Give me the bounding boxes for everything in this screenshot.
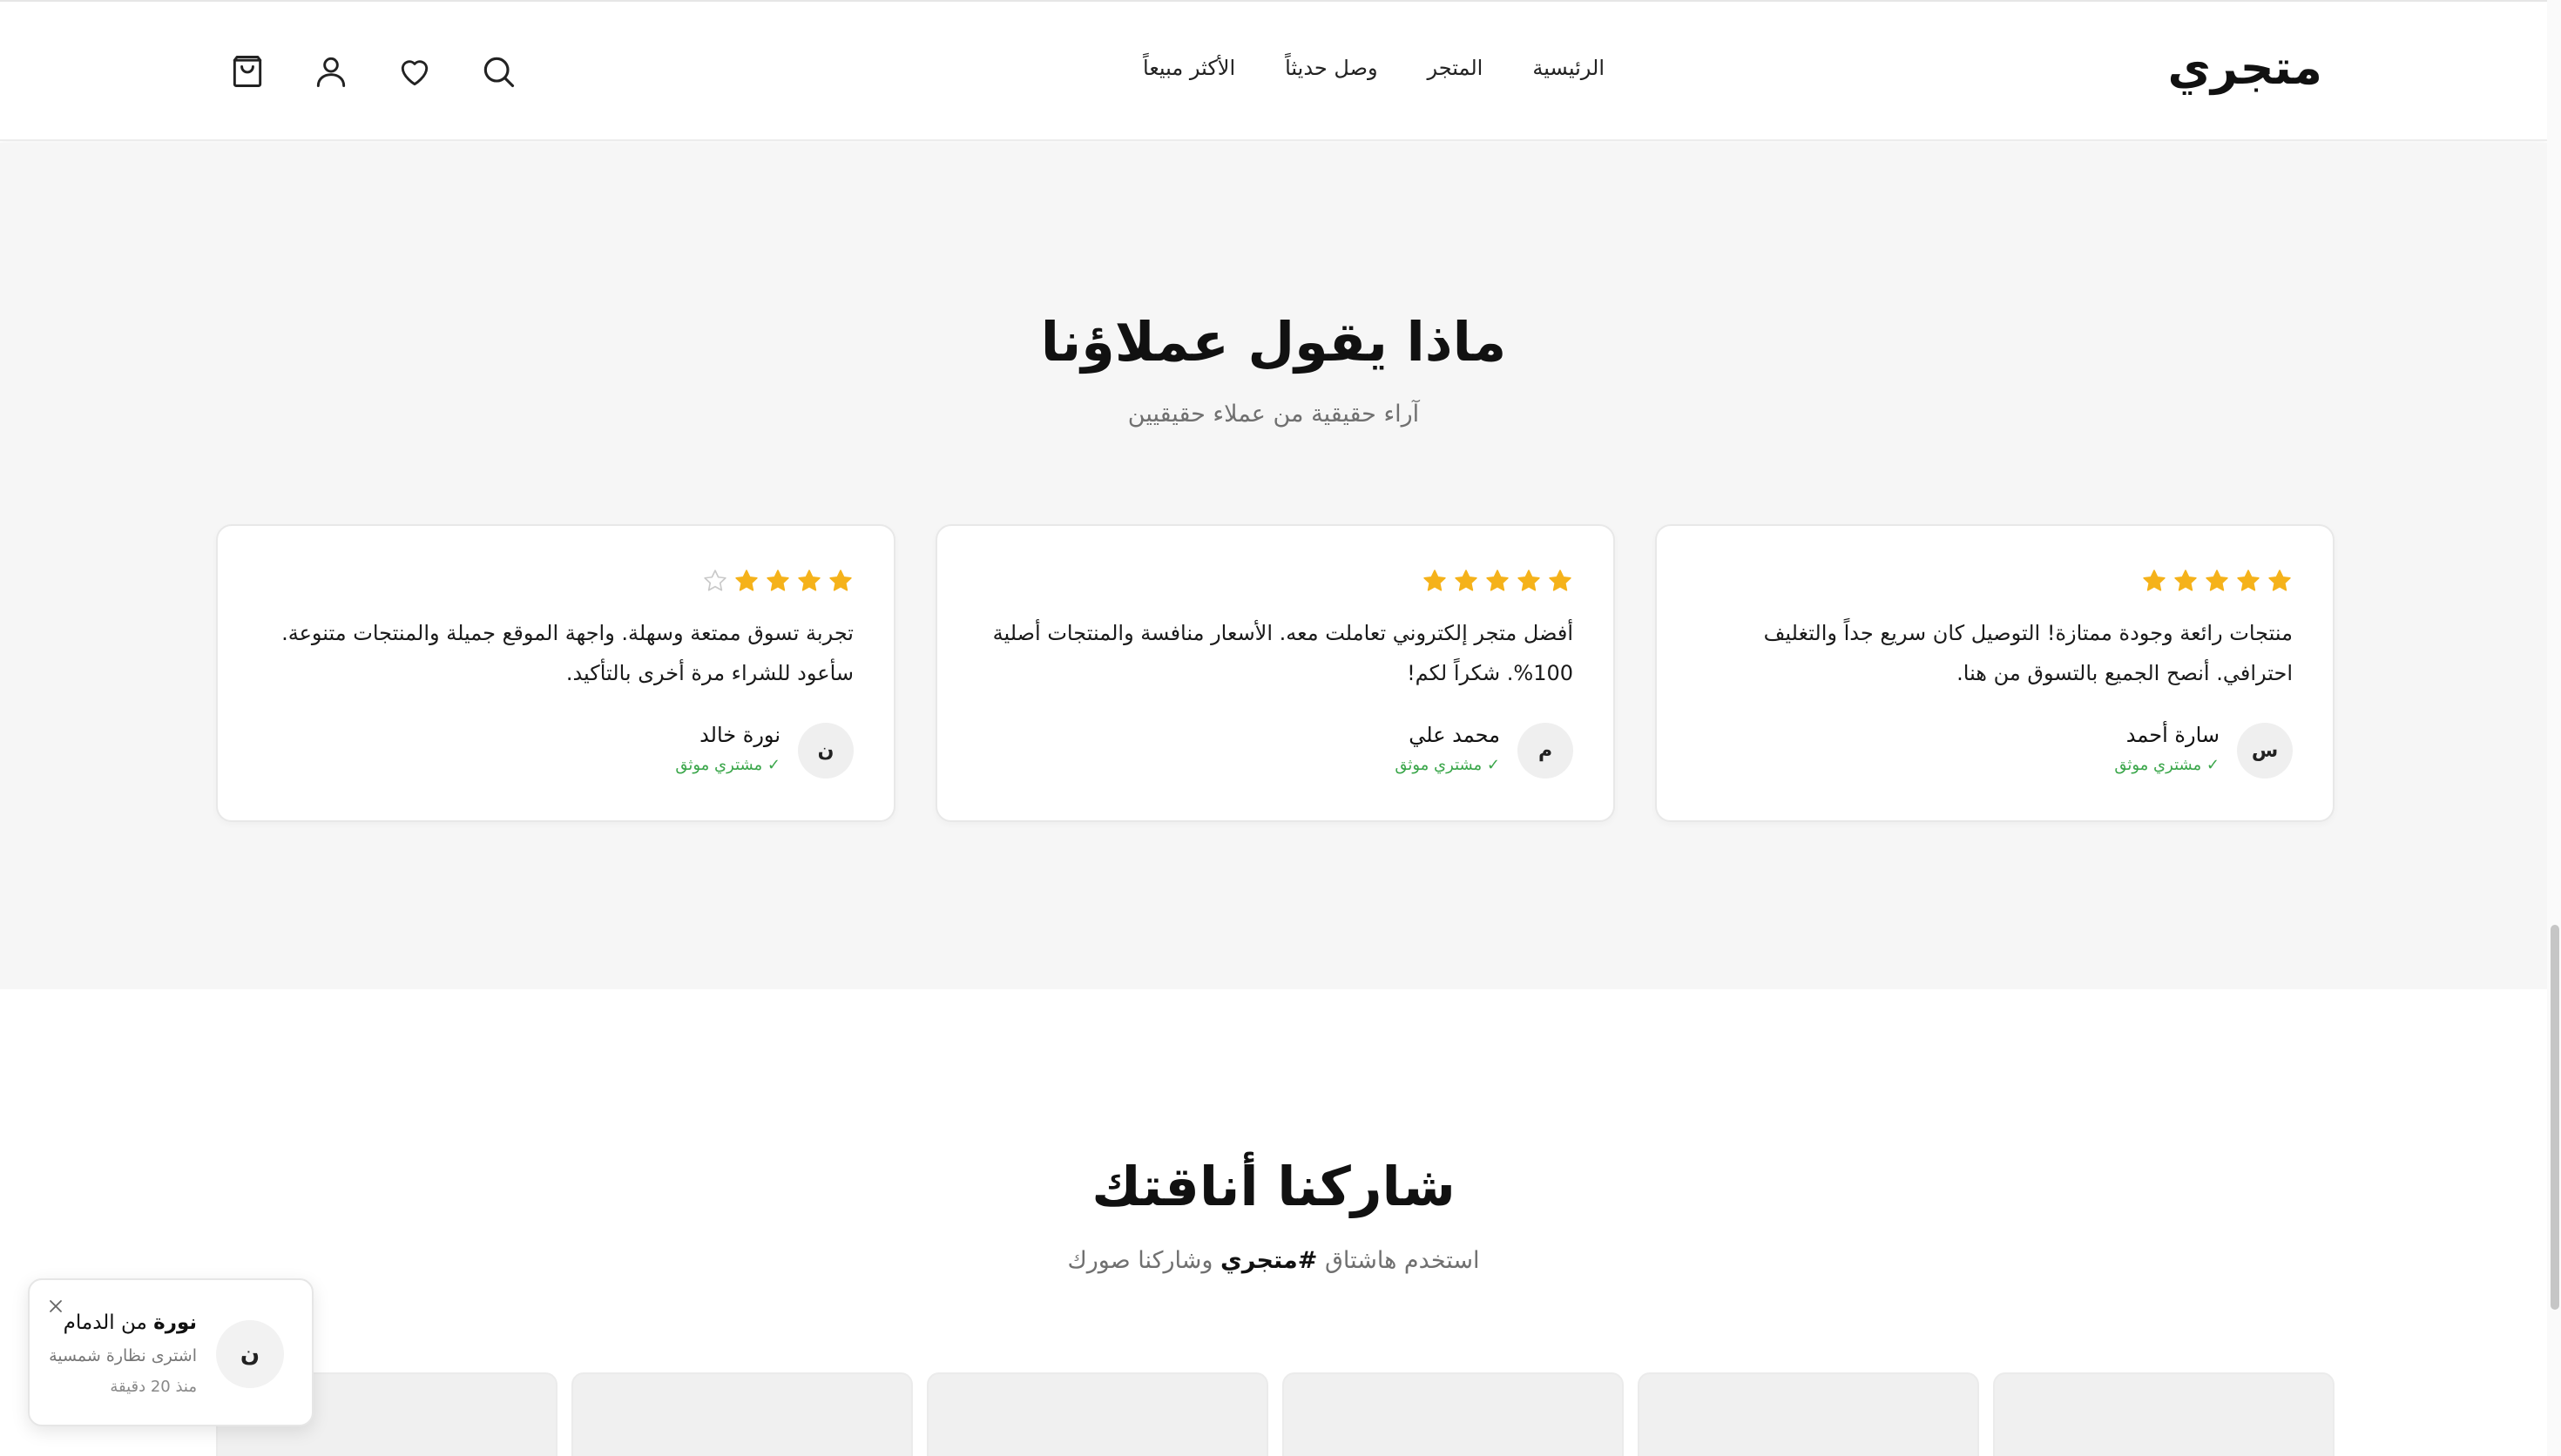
buyer-city: من الدمام bbox=[63, 1311, 147, 1334]
brand-logo[interactable]: متجري bbox=[2168, 40, 2322, 95]
section-subtitle: آراء حقيقية من عملاء حقيقيين bbox=[1127, 401, 1420, 428]
nav-item-new-arrivals[interactable]: وصل حديثاً bbox=[1285, 56, 1377, 80]
gallery-image[interactable] bbox=[571, 1372, 913, 1456]
star-filled-icon bbox=[1455, 570, 1477, 591]
gallery-image[interactable] bbox=[1993, 1372, 2335, 1456]
star-filled-icon bbox=[1423, 570, 1446, 591]
nav-item-home[interactable]: الرئيسية bbox=[1532, 56, 1605, 80]
star-filled-icon bbox=[2237, 570, 2260, 591]
customer-name: محمد علي bbox=[1409, 723, 1500, 747]
verified-badge: ✓ مشتري موثق bbox=[2114, 756, 2220, 774]
search-icon[interactable] bbox=[479, 52, 517, 91]
verified-badge: ✓ مشتري موثق bbox=[675, 756, 780, 774]
subtitle-text: وشاركنا صورك bbox=[1067, 1247, 1213, 1274]
star-filled-icon bbox=[735, 570, 758, 591]
avatar: م bbox=[1517, 723, 1573, 779]
testimonial-text: منتجات رائعة وجودة ممتازة! التوصيل كان س… bbox=[1763, 621, 2293, 685]
star-filled-icon bbox=[1517, 570, 1540, 591]
nav-item-best-sellers[interactable]: الأكثر مبيعاً bbox=[1143, 56, 1235, 80]
star-filled-icon bbox=[1486, 570, 1509, 591]
testimonial-card: أفضل متجر إلكتروني تعاملت معه. الأسعار م… bbox=[936, 524, 1615, 822]
testimonial-card: تجربة تسوق ممتعة وسهلة. واجهة الموقع جمي… bbox=[216, 524, 895, 822]
star-filled-icon bbox=[798, 570, 821, 591]
buyer-name: نورة bbox=[153, 1311, 197, 1334]
notification-title: نورة من الدمام bbox=[64, 1311, 197, 1334]
rating-stars bbox=[702, 568, 854, 594]
scrollbar[interactable] bbox=[2547, 0, 2561, 1456]
shopping-bag-icon[interactable] bbox=[228, 52, 267, 91]
header-actions bbox=[228, 52, 524, 94]
star-filled-icon bbox=[1549, 570, 1571, 591]
star-filled-icon bbox=[767, 570, 789, 591]
testimonial-text: تجربة تسوق ممتعة وسهلة. واجهة الموقع جمي… bbox=[281, 621, 854, 685]
subtitle-text: استخدم هاشتاق bbox=[1324, 1247, 1480, 1274]
gallery-image[interactable] bbox=[1638, 1372, 1979, 1456]
testimonial-card: منتجات رائعة وجودة ممتازة! التوصيل كان س… bbox=[1655, 524, 2335, 822]
heart-icon[interactable] bbox=[395, 52, 434, 91]
user-icon[interactable] bbox=[312, 52, 350, 91]
section-title: شاركنا أناقتك bbox=[1091, 1155, 1456, 1218]
page: متجري الرئيسية المتجر وصل حديثاً الأكثر … bbox=[0, 0, 2561, 1456]
gallery-image[interactable] bbox=[927, 1372, 1268, 1456]
star-filled-icon bbox=[2268, 570, 2291, 591]
gallery-image[interactable] bbox=[1282, 1372, 1624, 1456]
notification-action: اشترى نظارة شمسية bbox=[49, 1346, 197, 1365]
avatar: س bbox=[2237, 723, 2293, 779]
avatar: ن bbox=[798, 723, 854, 779]
customer-name: سارة أحمد bbox=[2125, 723, 2220, 747]
testimonial-text: أفضل متجر إلكتروني تعاملت معه. الأسعار م… bbox=[992, 621, 1573, 685]
star-empty-icon bbox=[704, 570, 726, 591]
purchase-notification: ن نورة من الدمام اشترى نظارة شمسية منذ 2… bbox=[28, 1278, 314, 1426]
rating-stars bbox=[1422, 568, 1573, 594]
rating-stars bbox=[2141, 568, 2293, 594]
star-filled-icon bbox=[2174, 570, 2197, 591]
verified-badge: ✓ مشتري موثق bbox=[1395, 756, 1500, 774]
avatar: ن bbox=[216, 1320, 284, 1388]
star-filled-icon bbox=[2206, 570, 2228, 591]
star-filled-icon bbox=[829, 570, 852, 591]
share-section: شاركنا أناقتك استخدم هاشتاق #متجري وشارك… bbox=[0, 989, 2547, 1456]
nav-item-shop[interactable]: المتجر bbox=[1428, 56, 1483, 80]
notification-time: منذ 20 دقيقة bbox=[110, 1378, 197, 1396]
section-title: ماذا يقول عملاؤنا bbox=[1040, 310, 1507, 374]
site-header: متجري الرئيسية المتجر وصل حديثاً الأكثر … bbox=[0, 0, 2547, 141]
testimonials-section: ماذا يقول عملاؤنا آراء حقيقية من عملاء ح… bbox=[0, 143, 2547, 989]
star-filled-icon bbox=[2143, 570, 2166, 591]
main-nav: الرئيسية المتجر وصل حديثاً الأكثر مبيعاً bbox=[1143, 56, 1605, 80]
section-subtitle: استخدم هاشتاق #متجري وشاركنا صورك bbox=[0, 1247, 2547, 1274]
scrollbar-thumb[interactable] bbox=[2551, 925, 2559, 1310]
customer-name: نورة خالد bbox=[699, 723, 780, 747]
hashtag[interactable]: #متجري bbox=[1220, 1247, 1317, 1274]
